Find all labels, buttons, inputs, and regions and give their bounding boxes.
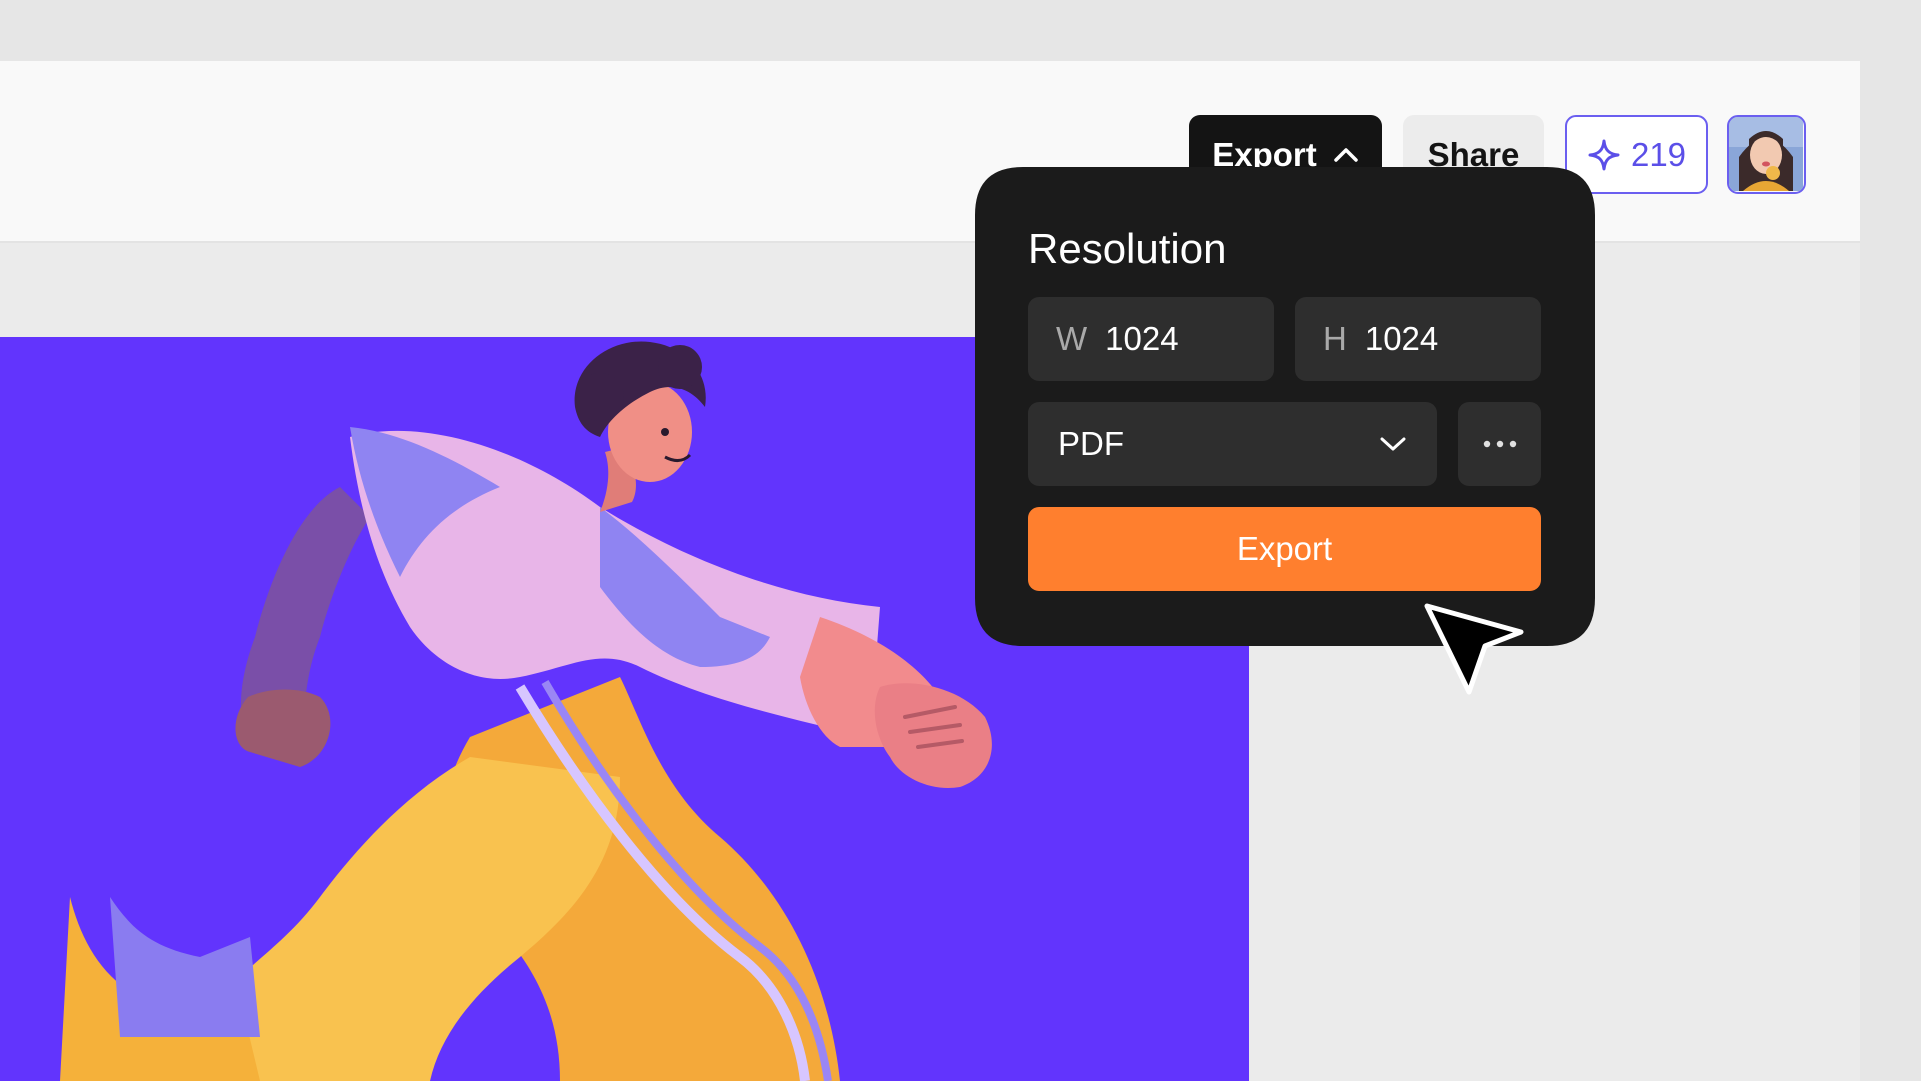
chevron-up-icon [1334,147,1358,162]
credits-count: 219 [1630,135,1687,173]
popover-title: Resolution [1028,225,1227,272]
format-value: PDF [1058,425,1124,462]
width-value: 1024 [1105,320,1179,357]
chevron-down-icon [1380,437,1406,451]
height-field[interactable]: H 1024 [1295,297,1541,381]
width-label: W [1056,320,1088,357]
export-popover: Resolution W 1024 H 1024 PDF Export [975,167,1595,646]
export-button-label: Export [1236,530,1333,567]
more-horizontal-icon [1483,440,1516,448]
cursor-icon [1424,603,1524,695]
export-button[interactable]: Export [1028,507,1541,591]
avatar[interactable] [1727,115,1806,194]
height-value: 1024 [1364,320,1439,357]
more-options-button[interactable] [1458,402,1541,486]
avatar-image [1729,117,1803,191]
width-field[interactable]: W 1024 [1028,297,1274,381]
height-label: H [1323,320,1347,357]
format-select[interactable]: PDF [1028,402,1437,486]
